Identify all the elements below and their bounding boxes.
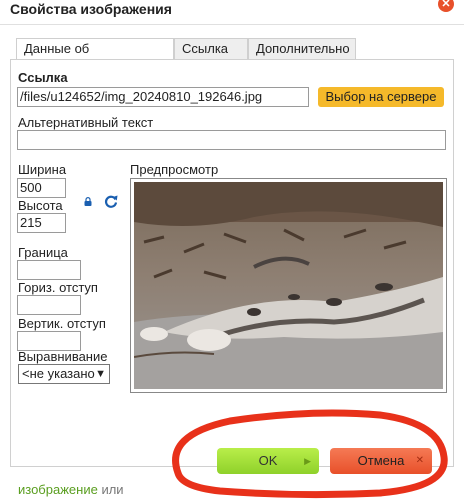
play-icon: ▶ [304,456,311,466]
ok-button[interactable]: OK ▶ [217,448,319,474]
tab-link[interactable]: Ссылка [174,38,248,59]
preview-frame [130,178,447,393]
hspace-label: Гориз. отступ [18,280,98,295]
align-select[interactable]: <не указано ▼ [18,364,110,384]
width-input[interactable]: 500 [17,178,66,198]
background-text-rest: или [101,482,124,497]
cancel-button-label: Отмена [357,453,405,468]
reset-size-icon[interactable] [104,194,118,208]
image-properties-dialog: Свойства изображения ✕ Данные об изображ… [0,0,464,480]
hspace-input[interactable] [17,295,81,315]
dialog-titlebar: Свойства изображения ✕ [0,0,464,25]
height-label: Высота [18,198,63,213]
tab-advanced[interactable]: Дополнительно [248,38,356,59]
preview-label: Предпросмотр [130,162,219,177]
lock-ratio-icon[interactable] [84,197,92,206]
height-input[interactable]: 215 [17,213,66,233]
dialog-title: Свойства изображения [10,1,172,17]
border-input[interactable] [17,260,81,280]
preview-image-cat [134,182,443,389]
alt-text-label: Альтернативный текст [18,115,154,130]
cancel-button[interactable]: Отмена ✕ [330,448,432,474]
background-page-text: изображение или [18,482,124,497]
background-link[interactable]: изображение [18,482,98,497]
chevron-down-icon: ▼ [95,368,106,380]
vspace-input[interactable] [17,331,81,351]
align-label: Выравнивание [18,349,108,364]
close-icon[interactable]: ✕ [438,0,454,12]
browse-server-button[interactable]: Выбор на сервере [318,87,444,107]
width-label: Ширина [18,162,67,177]
tab-image-info[interactable]: Данные об изображении [16,38,174,76]
border-label: Граница [18,245,68,260]
close-icon: ✕ [415,455,424,466]
vspace-label: Вертик. отступ [18,316,106,331]
url-input[interactable]: /files/u124652/img_20240810_192646.jpg [17,87,309,107]
ok-button-label: OK [258,453,278,468]
alt-text-input[interactable] [17,130,446,150]
url-label: Ссылка [18,70,68,85]
align-select-value: <не указано [22,366,95,381]
